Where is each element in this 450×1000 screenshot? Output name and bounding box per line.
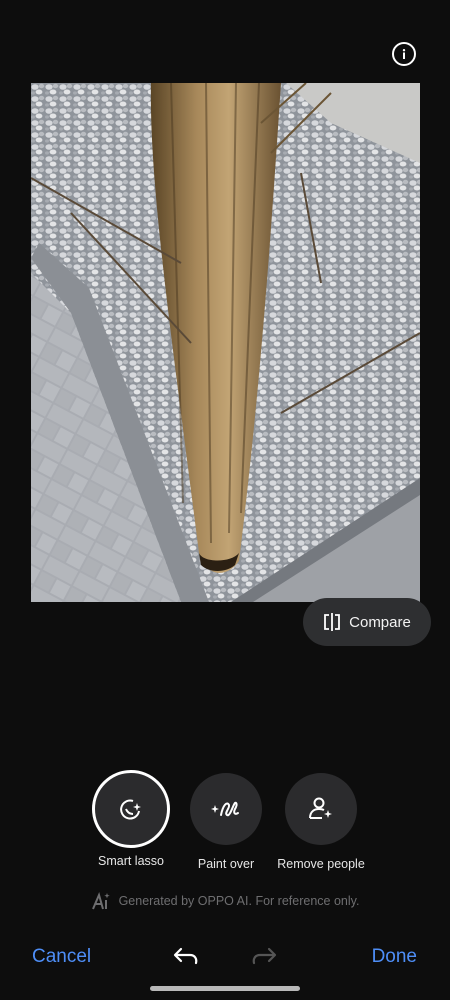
ai-disclaimer-text: Generated by OPPO AI. For reference only… (118, 894, 360, 908)
redo-button[interactable] (250, 946, 278, 970)
done-button[interactable]: Done (372, 946, 417, 968)
ai-icon (91, 892, 110, 910)
undo-icon (173, 947, 198, 965)
undo-button[interactable] (172, 946, 200, 970)
smart-lasso-button[interactable] (92, 770, 170, 848)
smart-lasso-icon (120, 799, 141, 820)
paint-over-button[interactable] (190, 773, 262, 845)
remove-people-button[interactable] (285, 773, 357, 845)
ai-disclaimer: Generated by OPPO AI. For reference only… (0, 892, 450, 910)
tool-bar: Smart lasso Paint over Remove people (0, 770, 450, 873)
compare-label: Compare (349, 613, 411, 631)
edit-photo[interactable] (31, 83, 420, 602)
home-indicator[interactable] (150, 986, 300, 991)
redo-icon (252, 947, 277, 965)
remove-people-label: Remove people (277, 857, 365, 871)
remove-people-icon (309, 797, 332, 819)
cancel-button[interactable]: Cancel (32, 946, 91, 968)
bottom-action-bar: Cancel Done (0, 940, 450, 980)
smart-lasso-label: Smart lasso (98, 854, 164, 868)
compare-icon (324, 613, 341, 631)
paint-over-label: Paint over (197, 857, 255, 871)
tool-paint-over[interactable]: Paint over (176, 773, 276, 871)
paint-over-icon (211, 801, 239, 817)
tool-smart-lasso[interactable]: Smart lasso (81, 770, 181, 868)
info-button[interactable] (392, 42, 416, 66)
info-icon (402, 49, 406, 59)
tool-remove-people[interactable]: Remove people (271, 773, 371, 871)
compare-button[interactable]: Compare (303, 598, 431, 646)
